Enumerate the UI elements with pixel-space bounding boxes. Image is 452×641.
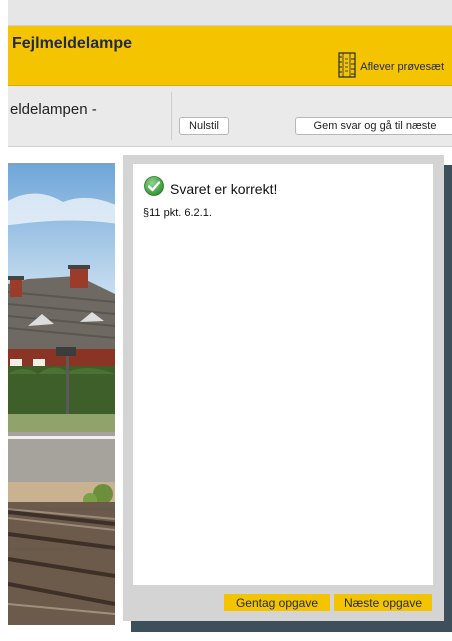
result-content: Svaret er korrekt! §11 pkt. 6.2.1. xyxy=(133,164,433,585)
result-panel: Svaret er korrekt! §11 pkt. 6.2.1. Genta… xyxy=(123,155,444,621)
reset-button[interactable]: Nulstil xyxy=(179,117,229,135)
hand-in-button[interactable]: Aflever prøvesæt xyxy=(338,51,444,83)
question-toolbar: eldelampen - Nulstil Gem svar og gå til … xyxy=(8,86,452,147)
next-task-button[interactable]: Næste opgave xyxy=(334,594,432,611)
result-status: Svaret er korrekt! xyxy=(144,176,277,201)
check-circle-icon xyxy=(144,176,164,201)
save-and-next-button[interactable]: Gem svar og gå til næste xyxy=(295,117,452,135)
question-photo xyxy=(8,163,115,625)
app-frame: Fejlmeldelampe Aflever prøvesæt eldelamp… xyxy=(8,0,452,641)
question-title: eldelampen - xyxy=(10,101,97,118)
app-title: Fejlmeldelampe xyxy=(12,35,133,52)
result-status-text: Svaret er korrekt! xyxy=(170,180,278,197)
hand-in-label: Aflever prøvesæt xyxy=(360,61,444,73)
header-bar: Fejlmeldelampe Aflever prøvesæt xyxy=(8,26,452,86)
rule-reference: §11 pkt. 6.2.1. xyxy=(143,207,212,219)
top-strip xyxy=(8,0,452,26)
repeat-task-button[interactable]: Gentag opgave xyxy=(224,594,330,611)
ruler-document-icon xyxy=(338,51,356,83)
toolbar-divider xyxy=(171,92,172,140)
